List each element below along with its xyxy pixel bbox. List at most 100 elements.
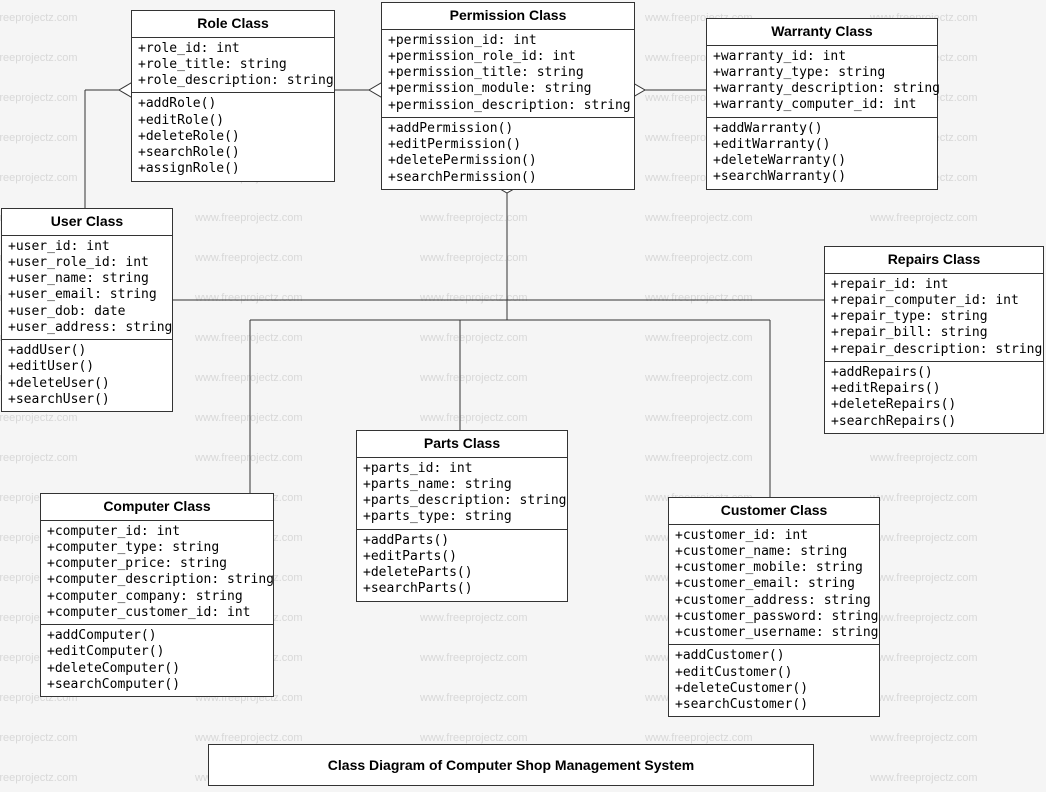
member-row: +warranty_id: int <box>713 49 931 65</box>
member-row: +permission_description: string <box>388 98 628 114</box>
methods: +addParts()+editParts()+deleteParts()+se… <box>357 530 567 601</box>
member-row: +customer_email: string <box>675 576 873 592</box>
methods: +addComputer()+editComputer()+deleteComp… <box>41 625 273 696</box>
attributes: +user_id: int+user_role_id: int+user_nam… <box>2 236 172 341</box>
methods: +addCustomer()+editCustomer()+deleteCust… <box>669 645 879 716</box>
attributes: +permission_id: int+permission_role_id: … <box>382 30 634 118</box>
class-title: Role Class <box>132 11 334 38</box>
member-row: +warranty_computer_id: int <box>713 97 931 113</box>
member-row: +customer_id: int <box>675 528 873 544</box>
member-row: +warranty_description: string <box>713 81 931 97</box>
member-row: +deleteRole() <box>138 129 328 145</box>
class-title: Customer Class <box>669 498 879 525</box>
member-row: +computer_description: string <box>47 572 267 588</box>
member-row: +deleteComputer() <box>47 661 267 677</box>
member-row: +addRepairs() <box>831 365 1037 381</box>
member-row: +searchPermission() <box>388 170 628 186</box>
member-row: +repair_description: string <box>831 342 1037 358</box>
member-row: +addUser() <box>8 343 166 359</box>
class-title: Permission Class <box>382 3 634 30</box>
member-row: +editRepairs() <box>831 381 1037 397</box>
member-row: +computer_customer_id: int <box>47 605 267 621</box>
member-row: +repair_id: int <box>831 277 1037 293</box>
member-row: +repair_bill: string <box>831 325 1037 341</box>
attributes: +parts_id: int+parts_name: string+parts_… <box>357 458 567 530</box>
member-row: +role_id: int <box>138 41 328 57</box>
methods: +addRepairs()+editRepairs()+deleteRepair… <box>825 362 1043 433</box>
member-row: +computer_company: string <box>47 589 267 605</box>
member-row: +user_role_id: int <box>8 255 166 271</box>
member-row: +user_dob: date <box>8 304 166 320</box>
member-row: +warranty_type: string <box>713 65 931 81</box>
member-row: +searchParts() <box>363 581 561 597</box>
attributes: +computer_id: int+computer_type: string+… <box>41 521 273 626</box>
attributes: +warranty_id: int+warranty_type: string+… <box>707 46 937 118</box>
member-row: +addPermission() <box>388 121 628 137</box>
member-row: +role_title: string <box>138 57 328 73</box>
member-row: +editParts() <box>363 549 561 565</box>
member-row: +searchUser() <box>8 392 166 408</box>
member-row: +deleteRepairs() <box>831 397 1037 413</box>
methods: +addUser()+editUser()+deleteUser()+searc… <box>2 340 172 411</box>
methods: +addRole()+editRole()+deleteRole()+searc… <box>132 93 334 180</box>
member-row: +deletePermission() <box>388 153 628 169</box>
class-title: Warranty Class <box>707 19 937 46</box>
member-row: +editCustomer() <box>675 665 873 681</box>
class-permission: Permission Class +permission_id: int+per… <box>381 2 635 190</box>
member-row: +computer_price: string <box>47 556 267 572</box>
class-computer: Computer Class +computer_id: int+compute… <box>40 493 274 697</box>
member-row: +addRole() <box>138 96 328 112</box>
member-row: +parts_name: string <box>363 477 561 493</box>
caption-text: Class Diagram of Computer Shop Managemen… <box>328 757 694 773</box>
class-parts: Parts Class +parts_id: int+parts_name: s… <box>356 430 568 602</box>
member-row: +permission_role_id: int <box>388 49 628 65</box>
class-title: Computer Class <box>41 494 273 521</box>
member-row: +addCustomer() <box>675 648 873 664</box>
member-row: +deleteParts() <box>363 565 561 581</box>
member-row: +addParts() <box>363 533 561 549</box>
member-row: +searchRepairs() <box>831 414 1037 430</box>
member-row: +permission_module: string <box>388 81 628 97</box>
member-row: +customer_name: string <box>675 544 873 560</box>
member-row: +addWarranty() <box>713 121 931 137</box>
attributes: +role_id: int+role_title: string+role_de… <box>132 38 334 94</box>
class-repairs: Repairs Class +repair_id: int+repair_com… <box>824 246 1044 434</box>
member-row: +searchRole() <box>138 145 328 161</box>
member-row: +parts_type: string <box>363 509 561 525</box>
attributes: +repair_id: int+repair_computer_id: int +… <box>825 274 1043 362</box>
member-row: +user_address: string <box>8 320 166 336</box>
class-title: Repairs Class <box>825 247 1043 274</box>
member-row: +deleteCustomer() <box>675 681 873 697</box>
member-row: +customer_mobile: string <box>675 560 873 576</box>
member-row: +deleteUser() <box>8 376 166 392</box>
member-row: +customer_address: string <box>675 593 873 609</box>
member-row: +addComputer() <box>47 628 267 644</box>
member-row: +repair_computer_id: int <box>831 293 1037 309</box>
member-row: +searchComputer() <box>47 677 267 693</box>
class-title: User Class <box>2 209 172 236</box>
member-row: +customer_password: string <box>675 609 873 625</box>
member-row: +permission_title: string <box>388 65 628 81</box>
member-row: +assignRole() <box>138 161 328 177</box>
member-row: +user_name: string <box>8 271 166 287</box>
member-row: +customer_username: string <box>675 625 873 641</box>
class-title: Parts Class <box>357 431 567 458</box>
attributes: +customer_id: int+customer_name: string+… <box>669 525 879 646</box>
class-customer: Customer Class +customer_id: int+custome… <box>668 497 880 717</box>
methods: +addWarranty()+editWarranty()+deleteWarr… <box>707 118 937 189</box>
class-role: Role Class +role_id: int+role_title: str… <box>131 10 335 182</box>
member-row: +parts_description: string <box>363 493 561 509</box>
member-row: +searchCustomer() <box>675 697 873 713</box>
class-warranty: Warranty Class +warranty_id: int+warrant… <box>706 18 938 190</box>
member-row: +role_description: string <box>138 73 328 89</box>
member-row: +user_id: int <box>8 239 166 255</box>
methods: +addPermission()+editPermission()+delete… <box>382 118 634 189</box>
member-row: +computer_id: int <box>47 524 267 540</box>
member-row: +editComputer() <box>47 644 267 660</box>
member-row: +editUser() <box>8 359 166 375</box>
member-row: +user_email: string <box>8 287 166 303</box>
member-row: +editRole() <box>138 113 328 129</box>
member-row: +editPermission() <box>388 137 628 153</box>
member-row: +editWarranty() <box>713 137 931 153</box>
class-user: User Class +user_id: int+user_role_id: i… <box>1 208 173 412</box>
